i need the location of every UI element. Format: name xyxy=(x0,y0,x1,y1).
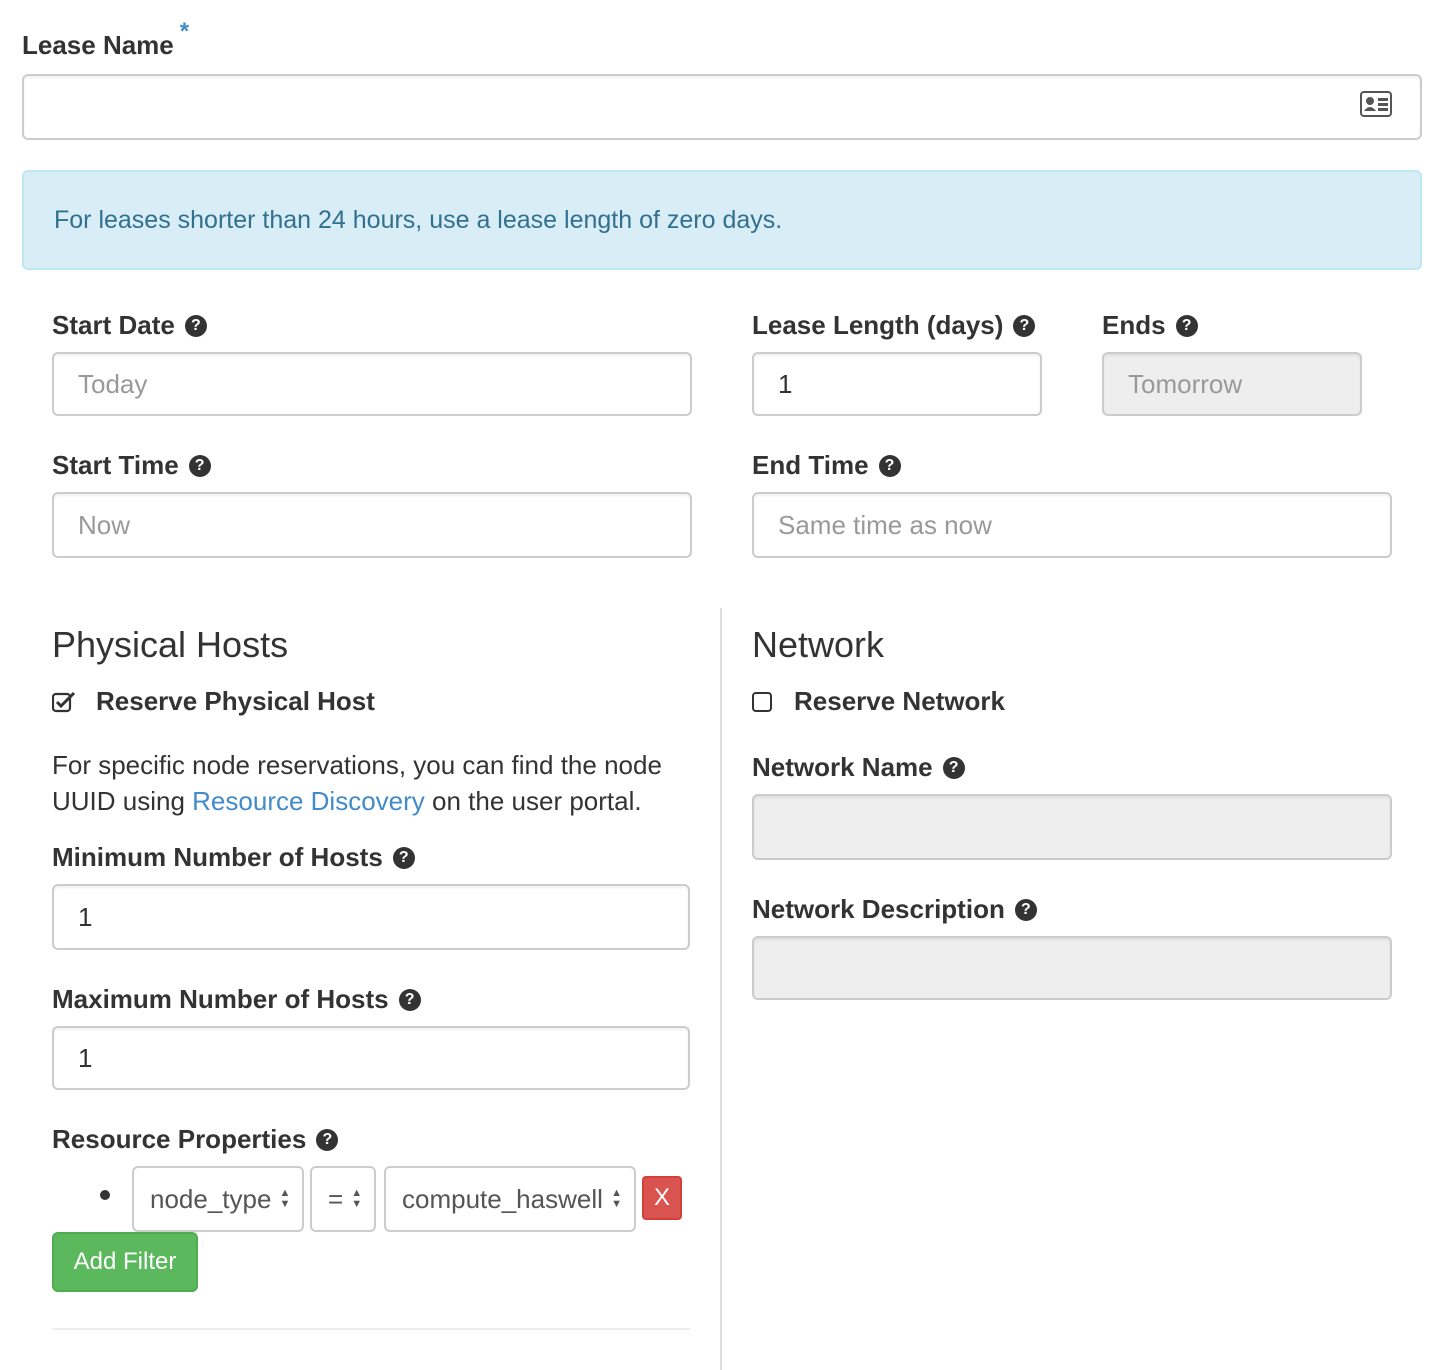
ends-label-text: Ends xyxy=(1102,310,1166,340)
info-alert-text: For leases shorter than 24 hours, use a … xyxy=(54,205,783,234)
question-circle-icon[interactable]: ? xyxy=(1014,898,1037,921)
end-time-label-text: End Time xyxy=(752,450,869,480)
checked-square-icon xyxy=(52,691,76,713)
select-arrows-icon: ▲ ▼ xyxy=(351,1187,363,1210)
question-circle-icon[interactable]: ? xyxy=(316,1128,339,1151)
question-circle-icon[interactable]: ? xyxy=(1175,314,1198,337)
add-filter-button[interactable]: Add Filter xyxy=(52,1232,198,1292)
question-circle-icon[interactable]: ? xyxy=(1013,314,1036,337)
start-date-placeholder: Today xyxy=(78,368,148,399)
network-description-label: Network Description ? xyxy=(752,894,1037,925)
lease-name-label: Lease Name * xyxy=(22,18,189,61)
start-time-input[interactable]: Now xyxy=(52,492,692,558)
end-time-placeholder: Same time as now xyxy=(778,509,992,540)
info-text-2: UUID using xyxy=(52,786,193,816)
min-hosts-label: Minimum Number of Hosts ? xyxy=(52,842,415,873)
empty-square-icon xyxy=(752,691,772,712)
reserve-physical-host-label: Reserve Physical Host xyxy=(96,686,375,716)
lease-length-input[interactable]: 1 xyxy=(752,352,1042,416)
id-card-icon xyxy=(1360,90,1392,124)
min-hosts-input[interactable]: 1 xyxy=(52,884,690,950)
resource-properties-label: Resource Properties ? xyxy=(52,1124,339,1155)
reserve-network-label: Reserve Network xyxy=(794,686,1005,716)
min-hosts-value: 1 xyxy=(78,901,93,932)
physical-hosts-heading: Physical Hosts xyxy=(52,624,289,665)
filter-property-value: node_type xyxy=(150,1183,272,1214)
resource-discovery-link[interactable]: Resource Discovery xyxy=(192,786,425,816)
required-marker: * xyxy=(179,17,190,45)
list-bullet xyxy=(100,1190,110,1200)
select-arrows-icon: ▲ ▼ xyxy=(611,1187,622,1210)
start-time-placeholder: Now xyxy=(78,509,131,540)
node-uuid-info: For specific node reservations, you can … xyxy=(52,747,702,819)
max-hosts-label: Maximum Number of Hosts ? xyxy=(52,984,421,1015)
network-name-input xyxy=(752,794,1392,860)
lease-name-input[interactable] xyxy=(22,74,1422,140)
network-heading: Network xyxy=(752,624,885,665)
filter-value-value: compute_haswell xyxy=(402,1183,603,1214)
network-name-label-text: Network Name xyxy=(752,752,933,782)
network-description-input xyxy=(752,936,1392,1000)
start-date-label: Start Date ? xyxy=(52,310,207,341)
info-text-3: on the user portal. xyxy=(424,786,642,816)
lease-length-value: 1 xyxy=(778,368,793,399)
select-arrows-icon: ▲ ▼ xyxy=(279,1187,291,1210)
reserve-physical-host-checkbox[interactable]: Reserve Physical Host xyxy=(52,686,375,717)
start-time-label: Start Time ? xyxy=(52,450,211,481)
filter-operator-select[interactable]: = ▲ ▼ xyxy=(310,1166,376,1232)
reserve-network-checkbox[interactable]: Reserve Network xyxy=(752,686,1005,717)
filter-property-select[interactable]: node_type ▲ ▼ xyxy=(132,1166,304,1232)
network-description-label-text: Network Description xyxy=(752,894,1005,924)
min-hosts-label-text: Minimum Number of Hosts xyxy=(52,842,383,872)
filter-value-select[interactable]: compute_haswell ▲ ▼ xyxy=(384,1166,636,1232)
question-circle-icon[interactable]: ? xyxy=(942,756,965,779)
question-circle-icon[interactable]: ? xyxy=(184,314,207,337)
start-time-label-text: Start Time xyxy=(52,450,179,480)
question-circle-icon[interactable]: ? xyxy=(878,454,901,477)
filter-operator-value: = xyxy=(328,1183,344,1214)
question-circle-icon[interactable]: ? xyxy=(398,988,421,1011)
section-divider xyxy=(52,1328,690,1330)
start-date-input[interactable]: Today xyxy=(52,352,692,416)
lease-name-label-text: Lease Name xyxy=(22,30,174,60)
resource-properties-label-text: Resource Properties xyxy=(52,1124,307,1154)
question-circle-icon[interactable]: ? xyxy=(188,454,211,477)
start-date-label-text: Start Date xyxy=(52,310,175,340)
remove-filter-label: X xyxy=(653,1184,670,1211)
ends-placeholder: Tomorrow xyxy=(1128,368,1243,399)
info-alert: For leases shorter than 24 hours, use a … xyxy=(22,170,1422,270)
end-time-input[interactable]: Same time as now xyxy=(752,492,1392,558)
lease-length-label: Lease Length (days) ? xyxy=(752,310,1036,341)
network-name-label: Network Name ? xyxy=(752,752,965,783)
end-time-label: End Time ? xyxy=(752,450,901,481)
info-text-1: For specific node reservations, you can … xyxy=(52,750,662,780)
column-divider xyxy=(720,608,722,1370)
add-filter-label: Add Filter xyxy=(73,1248,177,1275)
question-circle-icon[interactable]: ? xyxy=(392,846,415,869)
ends-label: Ends ? xyxy=(1102,310,1198,341)
max-hosts-label-text: Maximum Number of Hosts xyxy=(52,984,389,1014)
remove-filter-button[interactable]: X xyxy=(642,1176,682,1220)
max-hosts-input[interactable]: 1 xyxy=(52,1026,690,1090)
max-hosts-value: 1 xyxy=(78,1042,93,1073)
lease-length-label-text: Lease Length (days) xyxy=(752,310,1004,340)
ends-input: Tomorrow xyxy=(1102,352,1362,416)
